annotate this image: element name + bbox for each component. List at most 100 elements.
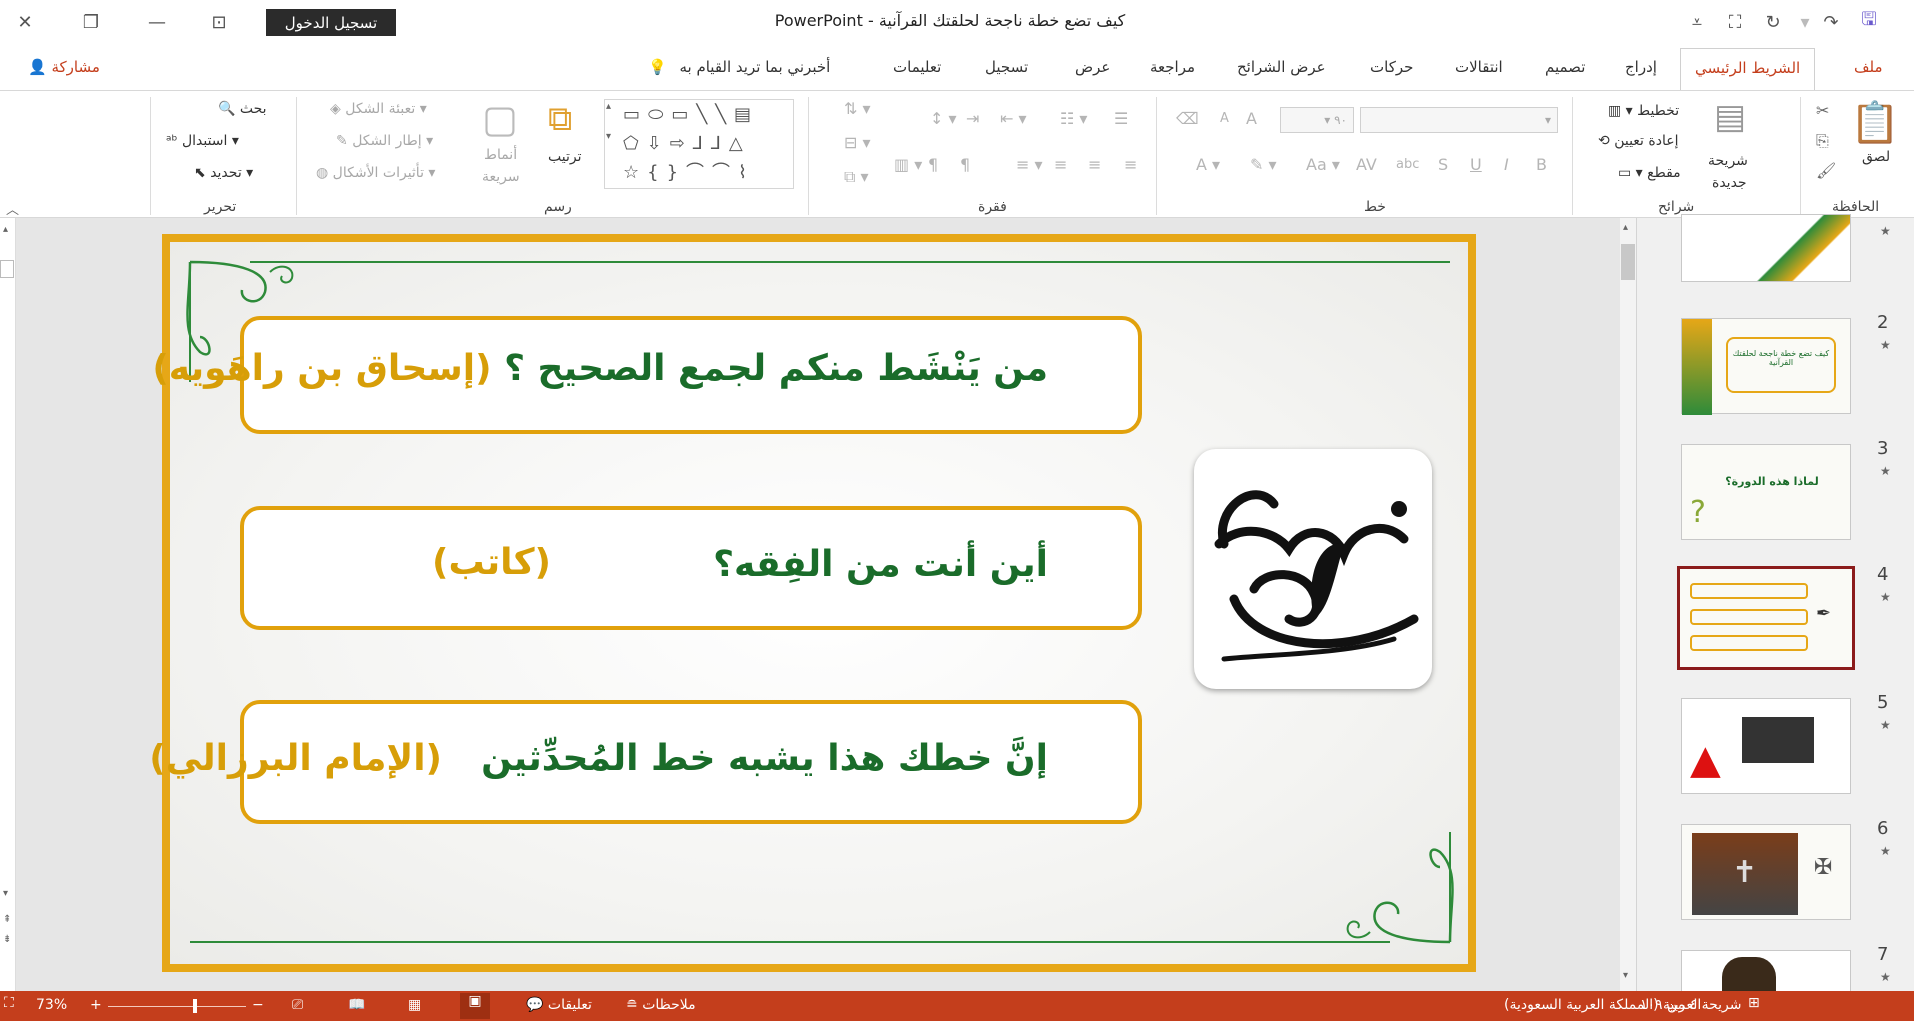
- columns-icon[interactable]: ▥ ▾: [894, 155, 922, 174]
- ribbon-display-icon[interactable]: ⊡: [202, 6, 236, 38]
- tab-design[interactable]: تصميم: [1545, 58, 1585, 76]
- thumbnail-3[interactable]: لماذا هذه الدورة؟ ?: [1681, 444, 1851, 540]
- smartart-icon[interactable]: ⧉ ▾: [844, 167, 869, 187]
- layout-button[interactable]: تخطيط ▾ ▥: [1608, 103, 1679, 119]
- thumbnail-6[interactable]: ✝ ✠: [1681, 824, 1851, 920]
- font-name-combo[interactable]: ▾: [1360, 107, 1558, 133]
- close-icon[interactable]: ✕: [8, 6, 42, 38]
- tab-transitions[interactable]: انتقالات: [1455, 58, 1503, 76]
- save-icon[interactable]: 🖫: [1852, 6, 1886, 38]
- rtl-icon[interactable]: ¶: [960, 155, 970, 174]
- collapse-ribbon-icon[interactable]: ︿: [6, 199, 19, 218]
- char-spacing-icon[interactable]: AV: [1356, 155, 1377, 174]
- scroll-down-icon[interactable]: ▾: [3, 888, 8, 899]
- justify-icon[interactable]: ≡ ▾: [1016, 155, 1043, 174]
- next-slide-icon[interactable]: ⇟: [3, 934, 11, 945]
- paste-icon[interactable]: 📋: [1850, 99, 1900, 146]
- shape-fill-button[interactable]: ▾ تعبئة الشكل ◈: [330, 101, 427, 117]
- line-spacing-icon[interactable]: ↕ ▾: [930, 109, 957, 128]
- quick-styles-label-2[interactable]: سريعة: [482, 169, 520, 185]
- highlight-icon[interactable]: ✎ ▾: [1250, 155, 1277, 174]
- italic-icon[interactable]: I: [1504, 155, 1509, 174]
- font-color-icon[interactable]: A ▾: [1196, 155, 1220, 174]
- align-center-icon[interactable]: ≡: [1088, 155, 1101, 174]
- sign-in-button[interactable]: تسجيل الدخول: [266, 9, 396, 36]
- tab-slideshow[interactable]: عرض الشرائح: [1237, 58, 1326, 76]
- tab-insert[interactable]: إدراج: [1625, 58, 1657, 76]
- tab-record[interactable]: تسجيل: [985, 58, 1028, 76]
- select-button[interactable]: ▾ تحديد ⬉: [194, 165, 253, 181]
- editor-scrollbar[interactable]: ▴ ▾: [1620, 218, 1636, 991]
- scroll-up-icon[interactable]: ▴: [3, 224, 8, 235]
- customize-qat-icon[interactable]: ⩡: [1680, 6, 1714, 38]
- comments-button[interactable]: تعليقات 💬: [526, 997, 592, 1013]
- zoom-out-button[interactable]: −: [252, 997, 264, 1013]
- slideshow-button[interactable]: ⎚: [292, 997, 303, 1013]
- tab-view[interactable]: عرض: [1075, 58, 1110, 76]
- reset-button[interactable]: إعادة تعيين ⟲: [1598, 133, 1678, 149]
- tell-me-search[interactable]: أخبرني بما تريد القيام به 💡: [648, 58, 830, 76]
- scroll-thumb[interactable]: [0, 260, 14, 278]
- tab-animations[interactable]: حركات: [1370, 58, 1413, 76]
- zoom-slider-thumb[interactable]: [193, 999, 197, 1013]
- cut-icon[interactable]: ✂: [1816, 101, 1829, 120]
- find-button[interactable]: بحث 🔍: [218, 101, 267, 117]
- new-slide-icon[interactable]: ▤: [1714, 97, 1746, 137]
- strikethrough-icon[interactable]: abc: [1396, 157, 1419, 172]
- align-left-icon[interactable]: ≡: [1054, 155, 1067, 174]
- replace-button[interactable]: ▾ استبدال ᵃᵇ: [166, 133, 239, 149]
- restore-icon[interactable]: ❐: [74, 6, 108, 38]
- scroll-down-icon-2[interactable]: ▾: [1623, 970, 1628, 981]
- thumbnail-5[interactable]: ▲: [1681, 698, 1851, 794]
- language-indicator[interactable]: العربية (المملكة العربية السعودية): [1504, 997, 1701, 1013]
- thumbnail-7[interactable]: [1681, 950, 1851, 993]
- align-text-icon[interactable]: ⊟ ▾: [844, 133, 871, 152]
- align-right-icon[interactable]: ≡: [1124, 155, 1137, 174]
- shape-effects-button[interactable]: ▾ تأثيرات الأشكال ◍: [316, 165, 435, 181]
- bold-icon[interactable]: B: [1536, 155, 1547, 174]
- tab-home[interactable]: الشريط الرئيسي: [1680, 48, 1816, 90]
- slideshow-from-start-icon[interactable]: ⛶: [1718, 6, 1752, 38]
- format-painter-icon[interactable]: 🖌: [1816, 161, 1836, 180]
- arrange-icon[interactable]: ⧉: [548, 99, 572, 139]
- font-size-combo[interactable]: ▾ ٩٠: [1280, 107, 1354, 133]
- decrease-indent-icon[interactable]: ⇤ ▾: [1000, 109, 1027, 128]
- decrease-font-icon[interactable]: A: [1220, 111, 1229, 126]
- minimize-icon[interactable]: —: [140, 6, 174, 38]
- scroll-up-icon-2[interactable]: ▴: [1623, 222, 1628, 233]
- left-scrollbar[interactable]: ▴ ▾ ⇞ ⇟: [0, 218, 16, 991]
- thumbnail-1[interactable]: [1681, 214, 1851, 282]
- reading-view-button[interactable]: 📖: [348, 997, 365, 1013]
- prev-slide-icon[interactable]: ⇞: [3, 914, 11, 925]
- bullets-icon[interactable]: ☰: [1114, 109, 1128, 128]
- underline-icon[interactable]: U: [1470, 155, 1482, 174]
- fit-to-window-icon[interactable]: ⛶: [4, 995, 14, 1011]
- section-button[interactable]: مقطع ▾ ▭: [1618, 165, 1681, 181]
- new-slide-label[interactable]: شريحة: [1708, 153, 1748, 169]
- undo-icon[interactable]: ↷: [1814, 6, 1848, 38]
- thumbnail-4-selected[interactable]: ✒: [1677, 566, 1855, 670]
- accessibility-icon[interactable]: ⊞: [1748, 995, 1760, 1011]
- tab-help[interactable]: تعليمات: [893, 58, 941, 76]
- zoom-slider-track[interactable]: [108, 1006, 246, 1007]
- gallery-scroll-up-icon[interactable]: ▴: [606, 101, 611, 112]
- zoom-in-button[interactable]: +: [90, 997, 102, 1013]
- ltr-icon[interactable]: ¶: [928, 155, 938, 174]
- text-direction-icon[interactable]: ⇅ ▾: [844, 99, 871, 118]
- quick-styles-label[interactable]: أنماط: [484, 147, 517, 163]
- quick-styles-icon[interactable]: ▢: [482, 97, 518, 141]
- numbering-icon[interactable]: ☷ ▾: [1060, 109, 1087, 128]
- tab-file[interactable]: ملف: [1854, 58, 1883, 76]
- paste-label[interactable]: لصق: [1862, 149, 1890, 165]
- thumbnail-2[interactable]: كيف تضع خطة ناجحة لحلقتك القرآنية: [1681, 318, 1851, 415]
- shapes-gallery[interactable]: ▭⬭▭╲╲▤ ⬠⇩⇨⅃⅃△ ☆{}⌒⌒⌇: [604, 99, 794, 189]
- notes-button[interactable]: ملاحظات ≘: [626, 997, 696, 1013]
- slide-sorter-button[interactable]: ▦: [408, 997, 421, 1013]
- increase-font-icon[interactable]: A: [1246, 109, 1257, 128]
- shape-outline-button[interactable]: ▾ إطار الشكل ✎: [336, 133, 433, 149]
- gallery-scroll-down-icon[interactable]: ▾: [606, 131, 611, 142]
- increase-indent-icon[interactable]: ⇥: [966, 109, 979, 128]
- tab-review[interactable]: مراجعة: [1150, 58, 1195, 76]
- normal-view-button[interactable]: ▣: [460, 993, 490, 1019]
- zoom-level[interactable]: 73%: [36, 997, 67, 1013]
